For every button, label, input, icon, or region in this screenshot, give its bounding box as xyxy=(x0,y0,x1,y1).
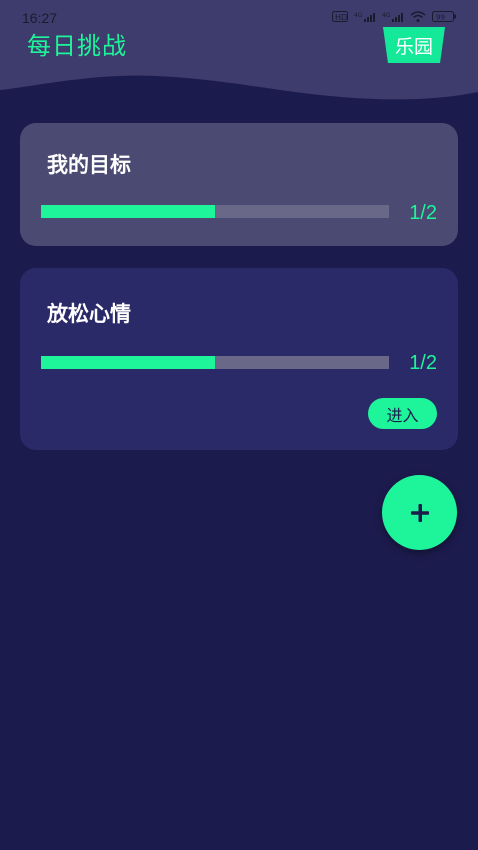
battery-icon: 99 xyxy=(432,11,456,22)
progress-fill xyxy=(41,356,215,369)
svg-text:99: 99 xyxy=(436,14,445,22)
card-title: 我的目标 xyxy=(47,153,131,177)
plus-icon xyxy=(410,503,429,522)
enter-button[interactable]: 进入 xyxy=(368,398,437,429)
progress-bar xyxy=(41,356,389,369)
park-button[interactable]: 乐园 xyxy=(383,27,445,63)
svg-text:4G: 4G xyxy=(382,12,391,19)
challenge-card-relax[interactable]: 放松心情 1/2 进入 xyxy=(20,268,458,450)
hd-icon: HD xyxy=(332,11,348,22)
status-icons: HD 4G 4G 99 xyxy=(332,11,456,22)
signal-4g-icon: 4G xyxy=(354,12,375,22)
status-time: 16:27 xyxy=(22,10,58,26)
signal-4g-icon-2: 4G xyxy=(382,12,403,22)
challenge-card-my-goal[interactable]: 我的目标 1/2 xyxy=(20,123,458,246)
progress-bar xyxy=(41,205,389,218)
progress-fill xyxy=(41,205,215,218)
svg-text:4G: 4G xyxy=(354,12,363,19)
wifi-icon xyxy=(410,11,426,22)
progress-count: 1/2 xyxy=(409,352,437,374)
card-title: 放松心情 xyxy=(47,302,131,326)
add-button[interactable] xyxy=(382,475,457,550)
progress-count: 1/2 xyxy=(409,202,437,224)
svg-text:HD: HD xyxy=(335,13,347,22)
page-title: 每日挑战 xyxy=(27,32,127,60)
